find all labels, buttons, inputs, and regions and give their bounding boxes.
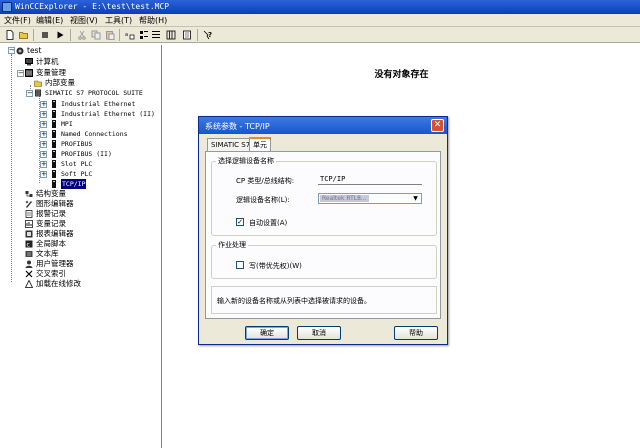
network-unit-icon [52, 120, 56, 128]
toolbar-separator [119, 29, 120, 41]
logical-device-group: 选择逻辑设备名称 CP 类型/总线结构: TCP/IP 逻辑设备名称(L): R… [211, 156, 437, 236]
new-icon[interactable] [5, 30, 15, 40]
load-online-changes-icon [25, 280, 33, 288]
expand-unit-button[interactable]: + [40, 151, 47, 158]
menu-edit[interactable]: 编辑(E) [36, 15, 63, 26]
global-script-icon: c [25, 240, 33, 248]
user-administrator-icon [25, 260, 33, 268]
graphics-designer-icon [25, 200, 32, 208]
wincc-app-icon [2, 2, 12, 12]
collapse-tag-management-button[interactable]: − [17, 70, 24, 77]
structure-tags-icon [25, 191, 33, 197]
system-parameters-dialog: 系统参数 - TCP/IP ✕ SIMATIC S7 单元 选择逻辑设备名称 C… [198, 116, 448, 345]
menu-help[interactable]: 帮助(H) [139, 15, 167, 26]
cut-icon[interactable] [77, 30, 87, 40]
properties-icon[interactable] [182, 30, 192, 40]
network-unit-icon [52, 140, 56, 148]
dialog-title-bar: 系统参数 - TCP/IP ✕ [199, 117, 447, 134]
window-title: WinCCExplorer - E:\test\test.MCP [15, 2, 170, 11]
help-button[interactable]: 帮助 [394, 326, 438, 340]
title-bar: WinCCExplorer - E:\test\test.MCP [0, 0, 640, 14]
alarm-logging-icon [25, 210, 33, 218]
details-icon[interactable] [166, 30, 176, 40]
copy-icon[interactable] [91, 30, 101, 40]
close-icon[interactable]: ✕ [431, 119, 444, 132]
run-icon[interactable] [55, 30, 65, 40]
logical-device-name-select[interactable]: Realtek RTL8... ▼ [318, 193, 422, 204]
logical-device-name-label: 逻辑设备名称(L): [236, 196, 290, 204]
large-icons-icon[interactable]: a [125, 30, 135, 40]
open-icon[interactable] [19, 30, 29, 40]
auto-setting-checkbox[interactable]: ✓ [236, 218, 244, 226]
tab-unit[interactable]: 单元 [249, 137, 271, 152]
menu-file[interactable]: 文件(F) [4, 15, 31, 26]
unit-tab-panel: 选择逻辑设备名称 CP 类型/总线结构: TCP/IP 逻辑设备名称(L): R… [205, 151, 441, 319]
svg-text:a: a [125, 32, 128, 38]
collapse-root-button[interactable]: − [8, 47, 15, 54]
internal-tags-icon [34, 80, 42, 87]
expand-unit-button[interactable]: + [40, 111, 47, 118]
computer-icon [25, 58, 33, 66]
toolbar-separator [197, 29, 198, 41]
cp-type-value: TCP/IP [318, 174, 422, 185]
tab-simatic-s7[interactable]: SIMATIC S7 [207, 138, 255, 151]
stop-icon[interactable] [40, 30, 50, 40]
job-processing-group-title: 作业处理 [216, 240, 248, 250]
protocol-suite-icon [35, 89, 41, 97]
job-processing-group: 作业处理 写(带优先权)(W) [211, 240, 437, 279]
cancel-button[interactable]: 取消 [297, 326, 341, 340]
logical-device-group-title: 选择逻辑设备名称 [216, 156, 276, 166]
empty-message: 没有对象存在 [374, 70, 429, 80]
tag-management-icon [25, 69, 33, 77]
tag-logging-icon [25, 220, 33, 228]
ok-button[interactable]: 确定 [245, 326, 289, 340]
network-unit-icon [52, 160, 56, 168]
expand-unit-button[interactable]: + [40, 171, 47, 178]
toolbar: a ? [0, 27, 640, 43]
network-unit-icon [52, 150, 56, 158]
expand-unit-button[interactable]: + [40, 131, 47, 138]
svg-text:?: ? [208, 31, 212, 39]
expand-unit-button[interactable]: + [40, 121, 47, 128]
chevron-down-icon[interactable]: ▼ [411, 195, 420, 202]
info-text: 输入新的设备名称或从列表中选择被请求的设备。 [217, 297, 371, 305]
dialog-title: 系统参数 - TCP/IP [205, 122, 270, 131]
write-priority-checkbox[interactable] [236, 261, 244, 269]
auto-setting-label[interactable]: 自动设置(A) [249, 218, 287, 228]
tree-connector [11, 54, 12, 282]
toolbar-separator [70, 29, 71, 41]
network-unit-icon [52, 180, 56, 188]
paste-icon[interactable] [105, 30, 115, 40]
tree-connector [39, 95, 40, 183]
network-unit-icon [52, 100, 56, 108]
cross-reference-icon [25, 270, 33, 278]
toolbar-separator [33, 29, 34, 41]
help-icon[interactable]: ? [203, 30, 213, 40]
project-icon [16, 47, 24, 55]
navigation-tree: − test 计算机 − 变量管理 内部变量 − SIMATIC S7 PROT… [2, 45, 162, 448]
cp-type-label: CP 类型/总线结构: [236, 177, 295, 185]
menu-bar: 文件(F) 编辑(E) 视图(V) 工具(T) 帮助(H) [0, 14, 640, 27]
expand-unit-button[interactable]: + [40, 141, 47, 148]
list-icon[interactable] [151, 30, 161, 40]
info-box: 输入新的设备名称或从列表中选择被请求的设备。 [211, 286, 437, 314]
menu-view[interactable]: 视图(V) [70, 15, 98, 26]
collapse-protocol-button[interactable]: − [26, 90, 33, 97]
report-designer-icon [25, 230, 33, 238]
write-priority-label[interactable]: 写(带优先权)(W) [249, 261, 302, 271]
expand-unit-button[interactable]: + [40, 101, 47, 108]
network-unit-icon [52, 170, 56, 178]
network-unit-icon [52, 130, 56, 138]
text-library-icon [25, 251, 33, 257]
logical-device-name-value: Realtek RTL8... [320, 195, 369, 202]
network-unit-icon [52, 110, 56, 118]
menu-tools[interactable]: 工具(T) [105, 15, 132, 26]
svg-text:c: c [27, 242, 30, 249]
small-icons-icon[interactable] [139, 30, 149, 40]
expand-unit-button[interactable]: + [40, 161, 47, 168]
